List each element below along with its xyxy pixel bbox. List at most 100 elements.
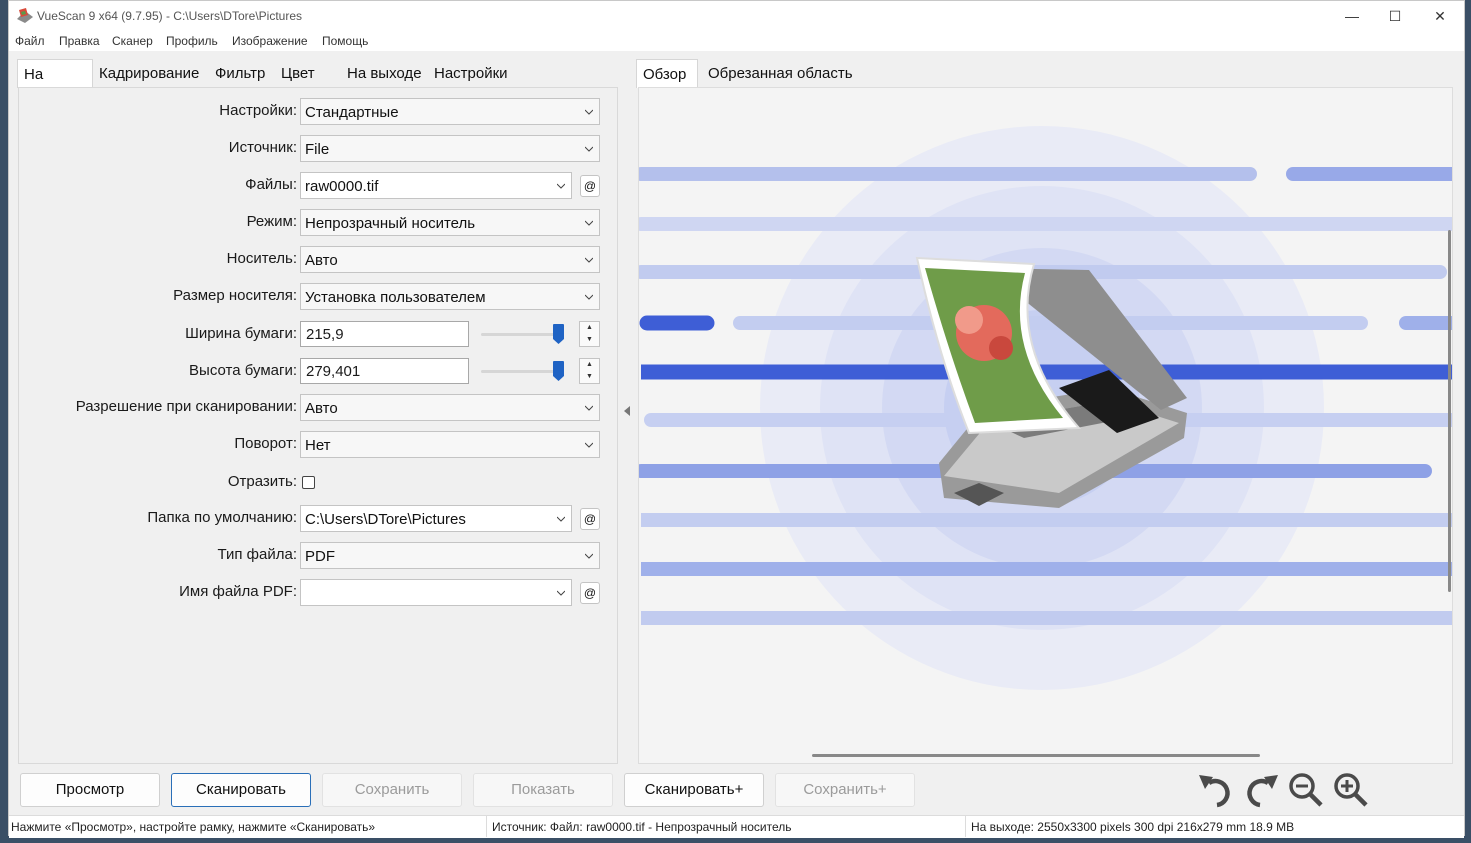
tab-color[interactable]: Цвет: [275, 59, 321, 88]
settings-panel: Настройки: Стандартные Источник: File Фа…: [18, 87, 618, 764]
right-tab-strip: Обзор Обрезанная область: [636, 59, 1466, 88]
mirror-label: Отразить:: [227, 473, 297, 490]
default-folder-browse-button[interactable]: @: [580, 508, 600, 530]
status-divider: [965, 816, 966, 837]
paper-width-spinner[interactable]: ▲ ▼: [579, 321, 600, 347]
files-value: raw0000.tif: [305, 178, 379, 195]
preview-vertical-scrollbar[interactable]: [1448, 230, 1451, 592]
scan-button[interactable]: Сканировать: [171, 773, 311, 807]
row-source: Источник: File: [19, 135, 619, 163]
mirror-checkbox[interactable]: [302, 476, 315, 489]
paper-width-slider-thumb[interactable]: [553, 324, 564, 344]
menu-profile[interactable]: Профиль: [166, 34, 218, 48]
spin-up-icon[interactable]: ▲: [580, 359, 599, 371]
status-output: На выходе: 2550x3300 pixels 300 dpi 216x…: [971, 820, 1295, 834]
row-settings: Настройки: Стандартные: [19, 98, 619, 126]
preview-horizontal-scrollbar[interactable]: [812, 754, 1260, 757]
status-divider: [486, 816, 487, 837]
resolution-value: Авто: [305, 400, 338, 417]
menu-help[interactable]: Помощь: [322, 34, 368, 48]
settings-value: Стандартные: [305, 104, 399, 121]
pdf-name-combobox[interactable]: [300, 579, 572, 606]
tab-prefs[interactable]: Настройки: [428, 59, 514, 88]
preview-button[interactable]: Просмотр: [20, 773, 160, 807]
row-files: Файлы: raw0000.tif @: [19, 172, 619, 200]
file-type-label: Тип файла:: [217, 546, 298, 563]
settings-dropdown[interactable]: Стандартные: [300, 98, 600, 125]
tab-preview[interactable]: Обзор: [636, 59, 698, 88]
show-button[interactable]: Показать: [473, 773, 613, 807]
paper-height-input[interactable]: 279,401: [300, 358, 469, 384]
files-combobox[interactable]: raw0000.tif: [300, 172, 572, 199]
chevron-down-icon: [557, 590, 565, 596]
maximize-button[interactable]: ☐: [1372, 1, 1418, 32]
files-browse-button[interactable]: @: [580, 175, 600, 197]
rotation-dropdown[interactable]: Нет: [300, 431, 600, 458]
default-folder-combobox[interactable]: C:\Users\DTore\Pictures: [300, 505, 572, 532]
row-pdf-name: Имя файла PDF: @: [19, 579, 619, 607]
save-button[interactable]: Сохранить: [322, 773, 462, 807]
menu-edit[interactable]: Правка: [59, 34, 100, 48]
collapse-panel-icon[interactable]: [623, 406, 631, 416]
media-size-dropdown[interactable]: Установка пользователем: [300, 283, 600, 310]
tab-input[interactable]: На входе: [17, 59, 93, 112]
menu-bar: Файл Правка Сканер Профиль Изображение П…: [9, 32, 1464, 51]
close-button[interactable]: ✕: [1417, 1, 1463, 32]
spin-up-icon[interactable]: ▲: [580, 322, 599, 334]
resolution-label: Разрешение при сканировании:: [75, 398, 297, 415]
chevron-down-icon: [557, 183, 565, 189]
paper-height-label: Высота бумаги:: [189, 362, 297, 379]
source-dropdown[interactable]: File: [300, 135, 600, 162]
left-tab-strip: На входе Кадрирование Фильтр Цвет На вых…: [9, 59, 619, 112]
media-size-label: Размер носителя:: [173, 287, 297, 304]
file-type-value: PDF: [305, 548, 335, 565]
paper-height-value: 279,401: [306, 363, 361, 380]
paper-height-slider-thumb[interactable]: [553, 361, 564, 381]
file-type-dropdown[interactable]: PDF: [300, 542, 600, 569]
row-rotation: Поворот: Нет: [19, 431, 619, 459]
pdf-name-browse-button[interactable]: @: [580, 582, 600, 604]
menu-image[interactable]: Изображение: [232, 34, 308, 48]
spin-down-icon[interactable]: ▼: [580, 334, 599, 346]
paper-width-input[interactable]: 215,9: [300, 321, 469, 347]
minimize-button[interactable]: —: [1329, 1, 1375, 32]
status-source: Источник: Файл: raw0000.tif - Непрозрачн…: [492, 820, 792, 834]
title-bar: VueScan 9 x64 (9.7.95) - C:\Users\DTore\…: [9, 1, 1464, 32]
spin-down-icon[interactable]: ▼: [580, 371, 599, 383]
media-value: Авто: [305, 252, 338, 269]
rotate-right-icon[interactable]: [1242, 771, 1282, 809]
paper-height-slider[interactable]: [481, 370, 561, 373]
rotate-left-icon[interactable]: [1195, 771, 1235, 809]
zoom-in-icon[interactable]: [1331, 771, 1371, 809]
mode-value: Непрозрачный носитель: [305, 215, 476, 232]
row-paper-height: Высота бумаги: 279,401 ▲ ▼: [19, 358, 619, 386]
paper-width-slider[interactable]: [481, 333, 561, 336]
menu-scanner[interactable]: Сканер: [112, 34, 153, 48]
menu-file[interactable]: Файл: [15, 34, 45, 48]
media-size-value: Установка пользователем: [305, 289, 486, 306]
source-label: Источник:: [228, 139, 297, 156]
row-media-size: Размер носителя: Установка пользователем: [19, 283, 619, 311]
row-resolution: Разрешение при сканировании: Авто: [19, 394, 619, 422]
rotation-label: Поворот:: [234, 435, 297, 452]
scan-plus-button[interactable]: Сканировать+: [624, 773, 764, 807]
chevron-down-icon: [585, 146, 593, 152]
vuescan-logo-icon: [17, 8, 33, 23]
tab-crop[interactable]: Кадрирование: [93, 59, 206, 88]
tab-cropped-area[interactable]: Обрезанная область: [702, 59, 859, 88]
resolution-dropdown[interactable]: Авто: [300, 394, 600, 421]
mode-label: Режим:: [246, 213, 297, 230]
tab-output[interactable]: На выходе: [341, 59, 428, 88]
mode-dropdown[interactable]: Непрозрачный носитель: [300, 209, 600, 236]
paper-height-spinner[interactable]: ▲ ▼: [579, 358, 600, 384]
row-media: Носитель: Авто: [19, 246, 619, 274]
row-paper-width: Ширина бумаги: 215,9 ▲ ▼: [19, 321, 619, 349]
media-dropdown[interactable]: Авто: [300, 246, 600, 273]
default-folder-value: C:\Users\DTore\Pictures: [305, 511, 466, 528]
window-title: VueScan 9 x64 (9.7.95) - C:\Users\DTore\…: [37, 9, 302, 23]
vuescan-window: VueScan 9 x64 (9.7.95) - C:\Users\DTore\…: [8, 0, 1466, 838]
paper-width-value: 215,9: [306, 326, 344, 343]
save-plus-button[interactable]: Сохранить+: [775, 773, 915, 807]
zoom-out-icon[interactable]: [1286, 771, 1326, 809]
tab-filter[interactable]: Фильтр: [209, 59, 272, 88]
